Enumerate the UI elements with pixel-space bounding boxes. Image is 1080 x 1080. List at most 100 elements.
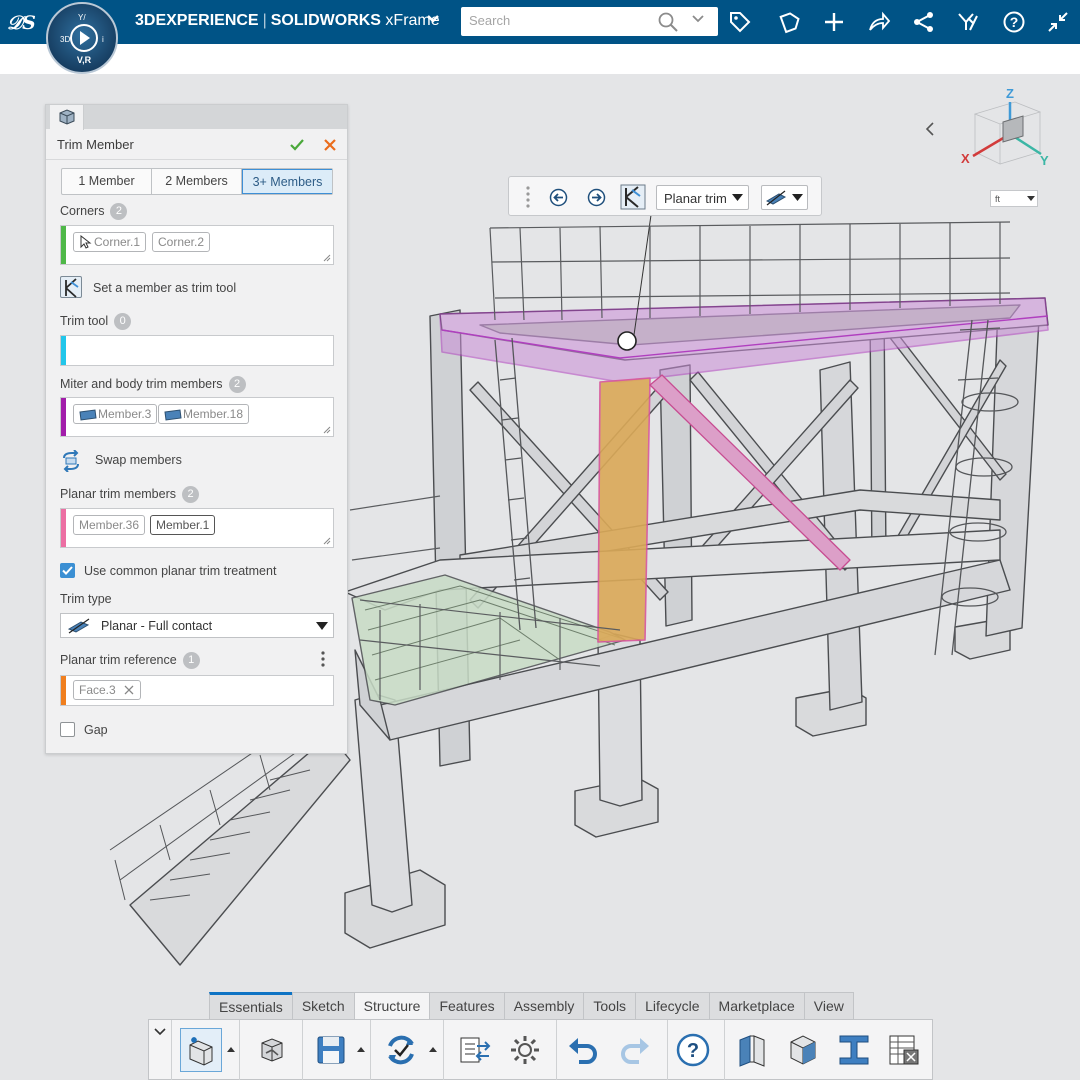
compass-label: V,R xyxy=(76,55,92,65)
properties-button[interactable] xyxy=(454,1028,496,1072)
trim-member-button[interactable] xyxy=(731,1028,773,1072)
context-toolbar: Planar trim xyxy=(508,176,822,216)
tab-essentials[interactable]: Essentials xyxy=(209,992,293,1020)
chip-member-18[interactable]: Member.18 xyxy=(158,404,250,424)
top-bar: 𝒟S 3DEXPERIENCE|SOLIDWORKS xFrame ? xyxy=(0,0,1080,44)
undo-button[interactable] xyxy=(562,1028,604,1072)
caret-icon[interactable] xyxy=(429,1047,437,1052)
member-icon xyxy=(59,109,75,125)
previous-icon[interactable] xyxy=(549,188,568,207)
undo-icon xyxy=(569,1038,597,1064)
planar-reference-field[interactable]: Face.3 xyxy=(60,675,334,706)
reference-count: 1 xyxy=(182,652,200,669)
next-icon[interactable] xyxy=(587,188,606,207)
chip-member-1[interactable]: Member.1 xyxy=(150,515,216,535)
corner-management-button[interactable] xyxy=(250,1028,292,1072)
planar-count: 2 xyxy=(182,486,199,503)
help-button[interactable]: ? xyxy=(672,1028,714,1072)
add-icon[interactable] xyxy=(820,8,848,36)
chip-corner-1[interactable]: Corner.1 xyxy=(73,232,147,252)
corners-stripe xyxy=(61,226,66,264)
tab-structure[interactable]: Structure xyxy=(353,992,431,1021)
collapse-icon[interactable] xyxy=(1044,8,1072,36)
settings-button[interactable] xyxy=(504,1028,546,1072)
tag-icon[interactable] xyxy=(726,8,754,36)
tab-marketplace[interactable]: Marketplace xyxy=(708,992,805,1020)
remove-chip-icon[interactable] xyxy=(124,685,134,695)
forward-icon[interactable] xyxy=(865,8,893,36)
trim-tool-count: 0 xyxy=(114,313,132,330)
tab-tools[interactable]: Tools xyxy=(583,992,637,1020)
tab-lifecycle[interactable]: Lifecycle xyxy=(635,992,710,1020)
end-cap-button[interactable] xyxy=(782,1028,824,1072)
chevron-down-icon[interactable] xyxy=(692,15,704,23)
share-icon[interactable] xyxy=(776,8,804,36)
gap-checkbox[interactable] xyxy=(60,722,75,737)
chevron-down-icon[interactable] xyxy=(154,1028,166,1036)
panel-tab[interactable] xyxy=(50,105,84,130)
separator xyxy=(171,1020,172,1080)
tab-features[interactable]: Features xyxy=(429,992,505,1020)
corners-field[interactable]: Corner.1 Corner.2 xyxy=(60,225,334,265)
units-select[interactable]: ft xyxy=(990,190,1038,207)
mode-2-members[interactable]: 2 Members xyxy=(152,169,242,194)
caret-icon[interactable] xyxy=(227,1047,235,1052)
svg-text:3D: 3D xyxy=(60,35,70,44)
trim-tool-field[interactable] xyxy=(60,335,334,366)
community-icon[interactable] xyxy=(954,8,982,36)
corners-label-text: Corners xyxy=(60,203,105,218)
search-icon[interactable] xyxy=(657,11,679,33)
check-icon xyxy=(62,566,73,575)
corners-label: Corners 2 xyxy=(60,203,128,220)
help-icon[interactable]: ? xyxy=(1000,8,1028,36)
chevron-left-icon[interactable] xyxy=(924,122,936,136)
resize-grip-icon[interactable] xyxy=(323,254,331,262)
planar-members-field[interactable]: Member.36 Member.1 xyxy=(60,508,334,548)
tab-view[interactable]: View xyxy=(803,992,854,1020)
app-title[interactable]: 3DEXPERIENCE | SOLIDWORKS xFrame xyxy=(135,12,440,30)
chip-member-36[interactable]: Member.36 xyxy=(73,515,146,535)
ok-check-icon[interactable] xyxy=(289,137,305,153)
structure-system-button[interactable] xyxy=(180,1028,222,1072)
resize-grip-icon[interactable] xyxy=(323,537,331,545)
more-options-icon[interactable] xyxy=(320,651,326,667)
chip-member-3[interactable]: Member.3 xyxy=(73,404,158,424)
help-icon: ? xyxy=(676,1033,710,1067)
trim-type-select[interactable]: Planar - Full contact xyxy=(60,613,334,638)
compass-icon[interactable]: 3D Y/ i V,R xyxy=(46,2,118,74)
cancel-close-icon[interactable] xyxy=(322,137,338,153)
tab-sketch[interactable]: Sketch xyxy=(291,992,355,1020)
chip-face-3[interactable]: Face.3 xyxy=(73,680,141,700)
trim-tool-stripe xyxy=(61,336,66,365)
search-box[interactable] xyxy=(461,7,718,36)
mode-3-plus-members[interactable]: 3+ Members xyxy=(242,169,332,194)
chip-corner-2[interactable]: Corner.2 xyxy=(152,232,211,252)
cut-list-button[interactable] xyxy=(883,1028,925,1072)
network-icon[interactable] xyxy=(910,8,938,36)
trim-type-dropdown[interactable] xyxy=(761,185,808,210)
trim-mode-dropdown[interactable]: Planar trim xyxy=(656,185,749,210)
separator xyxy=(667,1020,668,1080)
tab-assembly[interactable]: Assembly xyxy=(503,992,585,1020)
save-button[interactable] xyxy=(310,1028,352,1072)
swap-icon[interactable] xyxy=(60,450,82,472)
svg-text:i: i xyxy=(102,35,104,44)
set-trim-tool-button[interactable] xyxy=(60,276,82,298)
miter-members-field[interactable]: Member.3 Member.18 xyxy=(60,397,334,437)
drag-handle-icon[interactable] xyxy=(525,185,531,209)
trim-tool-icon[interactable] xyxy=(620,184,646,210)
search-input[interactable] xyxy=(469,13,649,28)
resize-grip-icon[interactable] xyxy=(323,426,331,434)
redo-button[interactable] xyxy=(614,1028,656,1072)
planar-trim-icon xyxy=(765,190,787,206)
mode-1-member[interactable]: 1 Member xyxy=(62,169,152,194)
swap-members-label[interactable]: Swap members xyxy=(95,453,182,467)
dassault-logo-icon[interactable]: 𝒟S xyxy=(6,8,40,36)
caret-icon[interactable] xyxy=(357,1047,365,1052)
view-triad-icon[interactable]: Z X Y xyxy=(955,84,1055,179)
chip-label: Corner.2 xyxy=(158,235,205,249)
chevron-down-icon[interactable] xyxy=(426,14,440,24)
profile-button[interactable] xyxy=(833,1028,875,1072)
update-button[interactable] xyxy=(380,1028,422,1072)
common-treatment-checkbox[interactable] xyxy=(60,563,75,578)
